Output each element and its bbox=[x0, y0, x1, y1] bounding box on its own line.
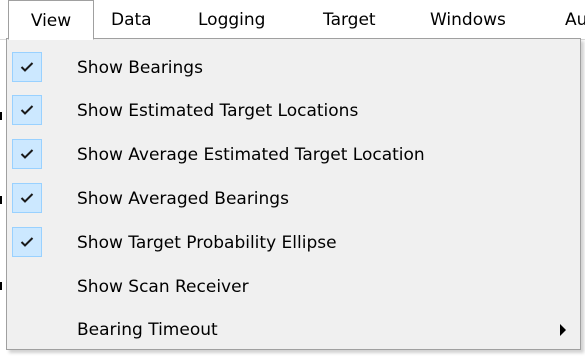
checkmark-icon bbox=[12, 227, 42, 257]
menu-data-label: Data bbox=[111, 10, 152, 30]
menu-target[interactable]: Target bbox=[323, 0, 376, 40]
menu-item-label: Show Target Probability Ellipse bbox=[77, 233, 337, 253]
submenu-arrow-icon bbox=[560, 324, 566, 336]
menu-item-label: Show Estimated Target Locations bbox=[77, 101, 359, 121]
menu-item-show-bearings[interactable]: Show Bearings bbox=[7, 46, 580, 90]
menu-item-label: Bearing Timeout bbox=[77, 320, 218, 340]
menu-bar: View Data Logging Target Windows Au bbox=[0, 0, 585, 40]
menu-data[interactable]: Data bbox=[111, 0, 152, 40]
checkmark-icon bbox=[12, 52, 42, 82]
menu-logging[interactable]: Logging bbox=[198, 0, 265, 40]
menu-windows[interactable]: Windows bbox=[430, 0, 506, 40]
menu-logging-label: Logging bbox=[198, 10, 266, 30]
menu-view-label: View bbox=[30, 11, 72, 31]
menu-view[interactable]: View bbox=[8, 0, 94, 40]
menu-item-bearing-timeout[interactable]: Bearing Timeout bbox=[7, 308, 580, 352]
menu-item-show-averaged-bearings[interactable]: Show Averaged Bearings bbox=[7, 177, 580, 221]
menu-item-show-average-estimated-target-location[interactable]: Show Average Estimated Target Location bbox=[7, 133, 580, 177]
menu-target-label: Target bbox=[323, 10, 376, 30]
menu-item-label: Show Average Estimated Target Location bbox=[77, 145, 425, 165]
menu-windows-label: Windows bbox=[430, 10, 506, 30]
menu-item-show-scan-receiver[interactable]: Show Scan Receiver bbox=[7, 265, 580, 309]
view-menu-dropdown: Show Bearings Show Estimated Target Loca… bbox=[6, 38, 581, 350]
background-artifact bbox=[0, 196, 2, 204]
background-artifact bbox=[0, 112, 2, 120]
menu-item-label: Show Bearings bbox=[77, 58, 203, 78]
menu-item-show-target-probability-ellipse[interactable]: Show Target Probability Ellipse bbox=[7, 221, 580, 265]
background-artifact bbox=[0, 282, 2, 290]
checkmark-icon bbox=[12, 95, 42, 125]
menu-item-label: Show Scan Receiver bbox=[77, 277, 249, 297]
checkmark-icon bbox=[12, 139, 42, 169]
menu-au[interactable]: Au bbox=[565, 0, 585, 40]
checkmark-icon bbox=[12, 183, 42, 213]
menu-item-show-estimated-target-locations[interactable]: Show Estimated Target Locations bbox=[7, 89, 580, 133]
menu-au-label: Au bbox=[565, 10, 585, 30]
menu-item-label: Show Averaged Bearings bbox=[77, 189, 289, 209]
